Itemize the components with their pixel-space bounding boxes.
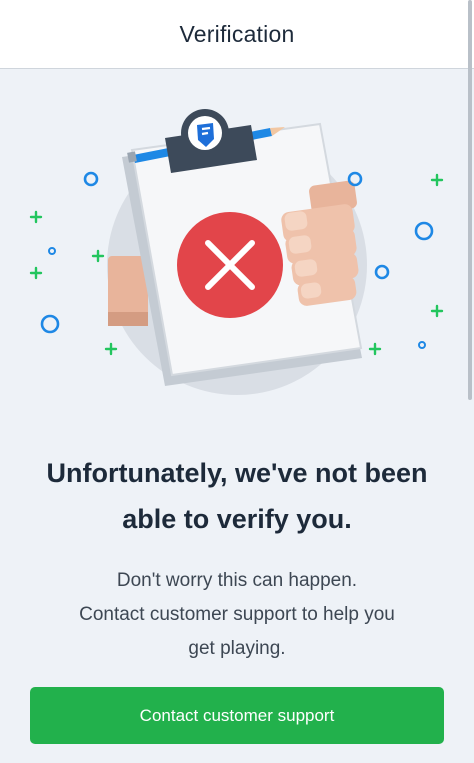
verification-failed-illustration [29,109,444,395]
description-line-1: Don't worry this can happen. [116,570,358,591]
headline-line-2: able to verify you. [122,504,352,534]
failure-description: Don't worry this can happen. Contact cus… [0,564,474,666]
failure-headline: Unfortunately, we've not been able to ve… [0,450,474,542]
contact-support-button[interactable]: Contact customer support [30,687,444,744]
description-line-3: get playing. [188,638,286,659]
close-x-icon [177,212,283,318]
page-title: Verification [179,20,295,47]
top-bar: Verification [0,0,474,69]
left-hand [108,256,148,326]
headline-line-1: Unfortunately, we've not been [46,458,428,488]
description-line-2: Contact customer support to help you [79,604,395,625]
